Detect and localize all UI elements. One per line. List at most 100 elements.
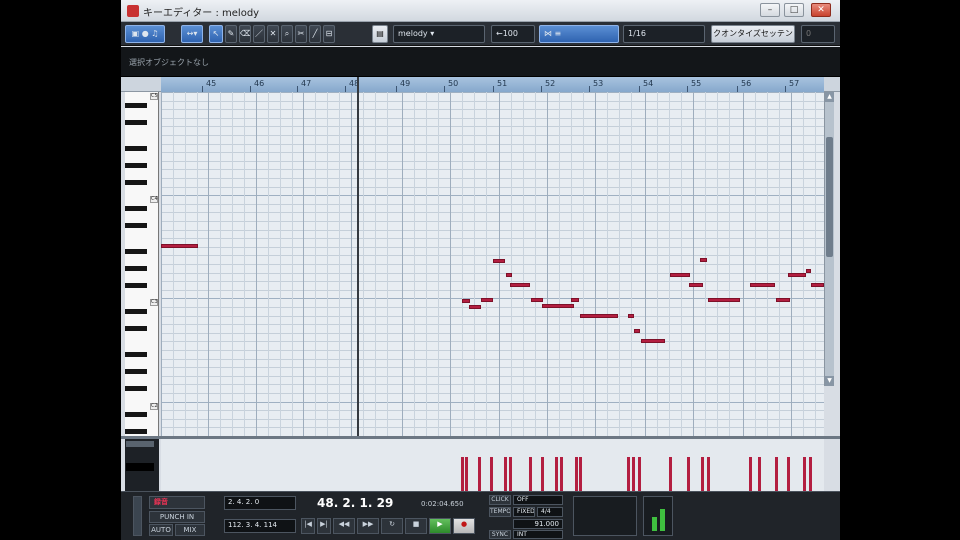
midi-note[interactable]	[481, 298, 493, 302]
controller-lane-header[interactable]	[125, 439, 159, 491]
black-key[interactable]	[125, 180, 147, 185]
scroll-thumb[interactable]	[826, 137, 833, 257]
velocity-bar[interactable]	[627, 457, 630, 491]
arrow-tool-icon[interactable]: ↖	[209, 25, 223, 43]
midi-note[interactable]	[806, 269, 811, 273]
quantize-selector[interactable]: ⋈ ≡	[539, 25, 619, 43]
record-icon[interactable]: ●	[453, 518, 475, 534]
black-key[interactable]	[125, 120, 147, 125]
pencil-tool-icon[interactable]: ✎	[225, 25, 237, 43]
velocity-bar[interactable]	[555, 457, 558, 491]
midi-note[interactable]	[670, 273, 690, 277]
mute-tool-icon[interactable]: ✕	[267, 25, 279, 43]
midi-note[interactable]	[506, 273, 512, 277]
midi-note[interactable]	[531, 298, 543, 302]
stop-icon[interactable]: ■	[405, 518, 427, 534]
midi-note[interactable]	[750, 283, 775, 287]
info-toggle-icon[interactable]: ▤	[372, 25, 388, 43]
sync-value[interactable]: INT	[513, 530, 563, 539]
scroll-down-icon[interactable]: ▼	[825, 376, 834, 386]
velocity-bar[interactable]	[707, 457, 710, 491]
midi-note[interactable]	[776, 298, 790, 302]
midi-note[interactable]	[580, 314, 618, 318]
velocity-bar[interactable]	[638, 457, 641, 491]
black-key[interactable]	[125, 249, 147, 254]
black-key[interactable]	[125, 412, 147, 417]
maximize-button[interactable]: □	[784, 3, 804, 17]
glue-tool-icon[interactable]: ✂	[295, 25, 307, 43]
quantize-setup-button[interactable]: クオンタイズセッテン	[711, 25, 795, 43]
midi-note[interactable]	[542, 304, 574, 308]
bar-ruler[interactable]: 45 46 47 48 49 50 51 52 53 54 55 56 57	[161, 77, 824, 92]
velocity-bar[interactable]	[461, 457, 464, 491]
velocity-bar[interactable]	[529, 457, 532, 491]
project-cursor[interactable]	[357, 77, 359, 436]
black-key[interactable]	[125, 429, 147, 434]
solo-button[interactable]: ▣ ● ♫	[125, 25, 165, 43]
velocity-bar[interactable]	[632, 457, 635, 491]
midi-note[interactable]	[811, 283, 824, 287]
go-start-icon[interactable]: |◀	[301, 518, 315, 534]
left-locator[interactable]: 2. 4. 2. 0	[224, 496, 296, 510]
click-value[interactable]: OFF	[513, 495, 563, 505]
punch-in-button[interactable]: PUNCH IN	[149, 511, 205, 523]
minimize-button[interactable]: –	[760, 3, 780, 17]
midi-note[interactable]	[641, 339, 665, 343]
black-key[interactable]	[125, 309, 147, 314]
insert-velocity-field[interactable]: ←100	[491, 25, 535, 43]
close-button[interactable]: ✕	[811, 3, 831, 17]
autoscroll-button[interactable]: ↔▾	[181, 25, 203, 43]
forward-icon[interactable]: ▶▶	[357, 518, 379, 534]
auto-quantize-button[interactable]: AUTO	[149, 524, 173, 536]
black-key[interactable]	[125, 266, 147, 271]
record-mode[interactable]: 録音	[149, 496, 205, 509]
velocity-bar[interactable]	[758, 457, 761, 491]
time-signature[interactable]: 4/4	[537, 507, 563, 517]
velocity-bar[interactable]	[669, 457, 672, 491]
cycle-mode-button[interactable]: MIX	[175, 524, 205, 536]
velocity-bar[interactable]	[775, 457, 778, 491]
controller-selector[interactable]	[126, 441, 154, 447]
rewind-icon[interactable]: ◀◀	[333, 518, 355, 534]
black-key[interactable]	[125, 326, 147, 331]
length-selector[interactable]: 1/16	[623, 25, 705, 43]
transport-handle[interactable]	[133, 496, 142, 536]
velocity-bar[interactable]	[579, 457, 582, 491]
go-end-icon[interactable]: ▶|	[317, 518, 331, 534]
black-key[interactable]	[125, 223, 147, 228]
velocity-bar[interactable]	[701, 457, 704, 491]
velocity-bar[interactable]	[787, 457, 790, 491]
tempo-value[interactable]: 91.000	[513, 519, 563, 529]
piano-keyboard[interactable]: C5 C4 C3 C2	[125, 92, 159, 436]
black-key[interactable]	[125, 386, 147, 391]
scroll-up-icon[interactable]: ▲	[825, 92, 834, 102]
velocity-bar[interactable]	[465, 457, 468, 491]
midi-note[interactable]	[469, 305, 481, 309]
cycle-icon[interactable]: ↻	[381, 518, 403, 534]
velocity-bar[interactable]	[490, 457, 493, 491]
midi-note[interactable]	[462, 299, 470, 303]
track-selector[interactable]: melody ▾	[393, 25, 485, 43]
velocity-lane[interactable]	[161, 439, 824, 491]
midi-note[interactable]	[493, 259, 505, 263]
velocity-bar[interactable]	[809, 457, 812, 491]
velocity-bar[interactable]	[575, 457, 578, 491]
midi-note[interactable]	[510, 283, 530, 287]
midi-note[interactable]	[700, 258, 707, 262]
black-key[interactable]	[125, 163, 147, 168]
midi-note[interactable]	[161, 244, 198, 248]
draw-tool-icon[interactable]: ╱	[309, 25, 321, 43]
black-key[interactable]	[125, 352, 147, 357]
tempo-mode[interactable]: FIXED	[513, 507, 535, 517]
midi-note[interactable]	[571, 298, 579, 302]
marker-panel[interactable]	[573, 496, 637, 536]
black-key[interactable]	[125, 283, 147, 288]
zoom-tool-icon[interactable]: ⌕	[281, 25, 293, 43]
time-display[interactable]: 0:02:04.650	[421, 500, 464, 508]
velocity-bar[interactable]	[541, 457, 544, 491]
black-key[interactable]	[125, 369, 147, 374]
velocity-bar[interactable]	[560, 457, 563, 491]
midi-note[interactable]	[708, 298, 740, 302]
midi-note[interactable]	[689, 283, 703, 287]
velocity-bar[interactable]	[504, 457, 507, 491]
